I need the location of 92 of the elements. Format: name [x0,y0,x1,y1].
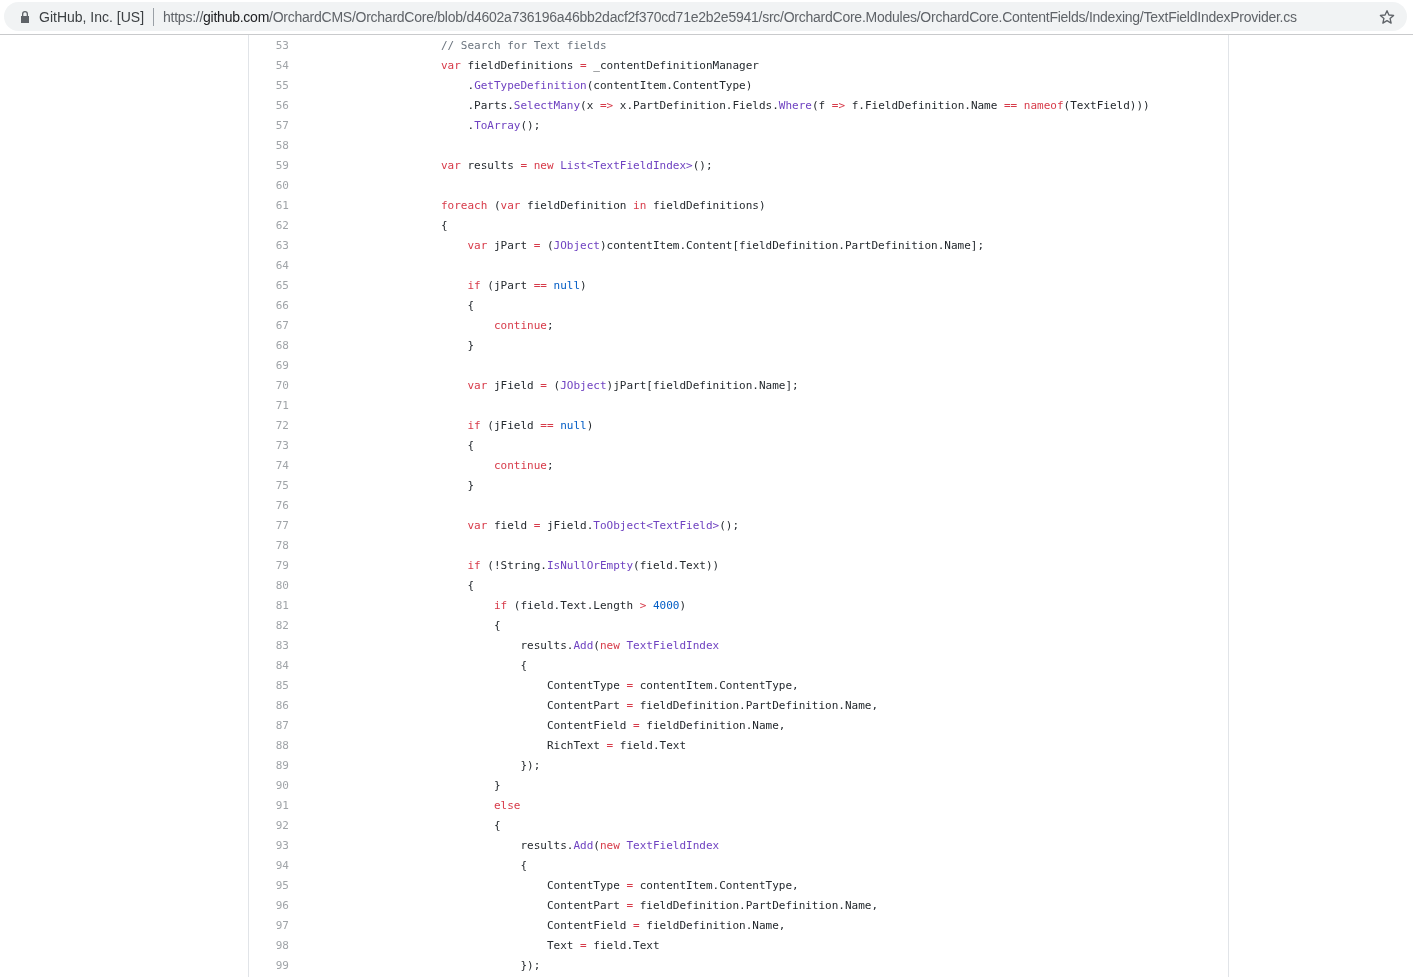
code-line: { [519,858,528,872]
code-line: var jPart = (JObject)contentItem.Content[fieldDefinition.PartDefinition.Name]; [466,238,985,252]
code-line: ContentType = contentItem.ContentType, [545,878,799,892]
code-line: ContentField = fieldDefinition.Name, [545,918,786,932]
code-line: foreach (var fieldDefinition in fieldDefinitions) [440,198,766,212]
line-number: 82 [274,618,289,632]
line-number: 83 [274,638,289,652]
code-line: results.Add(new TextFieldIndex [519,838,720,852]
line-number: 92 [274,818,289,832]
line-number: 56 [274,98,289,112]
code-line: }); [519,758,541,772]
line-number: 93 [274,838,289,852]
line-number: 64 [274,258,289,272]
line-number: 58 [274,138,289,152]
line-number: 91 [274,798,289,812]
line-number: 73 [274,438,289,452]
url-text: https://github.com/OrchardCMS/OrchardCore/blob/d4602a736196a46bb2dacf2f370cd71e2b2e5941/src/OrchardCore.Modules/OrchardCore.ContentFields/Indexing/TextFieldIndexProvider.cs [163,8,1298,25]
lock-icon [20,10,30,23]
line-number: 55 [274,78,289,92]
line-number: 61 [274,198,289,212]
line-number: 95 [274,878,289,892]
line-number: 87 [274,718,289,732]
code-line: continue; [492,458,554,472]
line-number: 53 [274,38,289,52]
code-line: continue; [492,318,554,332]
code-line: ContentPart = fieldDefinition.PartDefinition.Name, [545,698,879,712]
line-number: 79 [274,558,289,572]
code-line: { [466,578,475,592]
line-number: 72 [274,418,289,432]
line-number: 80 [274,578,289,592]
code-line: { [492,618,501,632]
code-line: if (!String.IsNullOrEmpty(field.Text)) [466,558,720,572]
code-line: var field = jField.ToObject<TextField>(); [466,518,740,532]
line-number: 67 [274,318,289,332]
line-number: 65 [274,278,289,292]
line-number: 66 [274,298,289,312]
code-line: var jField = (JObject)jPart[fieldDefinition.Name]; [466,378,799,392]
code-line: var fieldDefinitions = _contentDefinitionManager [440,58,759,72]
line-number: 96 [274,898,289,912]
line-number: 89 [274,758,289,772]
line-number: 99 [274,958,289,972]
line-number: 81 [274,598,289,612]
line-number: 74 [274,458,289,472]
line-number: 86 [274,698,289,712]
line-number: 98 [274,938,289,952]
star-icon[interactable] [1379,8,1395,25]
line-number: 77 [274,518,289,532]
line-number: 75 [274,478,289,492]
code-line: if (jPart == null) [466,278,587,292]
line-number: 63 [274,238,289,252]
code-line: ContentField = fieldDefinition.Name, [545,718,786,732]
code-line: RichText = field.Text [545,738,687,752]
code-line: { [519,658,528,672]
code-line: .ToArray(); [466,118,541,132]
code-line: .Parts.SelectMany(x => x.PartDefinition.Fields.Where(f => f.FieldDefinition.Name == nameof(TextField))) [466,98,1150,112]
line-number: 59 [274,158,289,172]
line-number: 71 [274,398,289,412]
code-line: } [466,478,475,492]
line-number: 85 [274,678,289,692]
code-line: ContentType = contentItem.ContentType, [545,678,799,692]
line-number: 94 [274,858,289,872]
code-line: }); [519,958,541,972]
code-line: { [440,218,448,232]
line-number: 88 [274,738,289,752]
code-line: { [492,818,501,832]
line-number: 62 [274,218,289,232]
code-line: var results = new List<TextFieldIndex>(); [440,158,713,172]
code-line: ContentPart = fieldDefinition.PartDefinition.Name, [545,898,879,912]
line-number: 54 [274,58,289,72]
code-line: } [466,338,475,352]
line-number: 60 [274,178,289,192]
code-line: if (field.Text.Length > 4000) [492,598,687,612]
line-number: 78 [274,538,289,552]
code-line: { [466,438,475,452]
line-number: 70 [274,378,289,392]
line-number: 57 [274,118,289,132]
line-number: 76 [274,498,289,512]
code-line: // Search for Text fields [440,38,607,52]
code-line: } [492,778,501,792]
code-line: if (jField == null) [466,418,594,432]
line-number: 69 [274,358,289,372]
line-number: 97 [274,918,289,932]
line-number: 84 [274,658,289,672]
code-line: else [492,798,521,812]
code-line: results.Add(new TextFieldIndex [519,638,720,652]
site-identity: GitHub, Inc. [US] [39,8,145,25]
line-number: 68 [274,338,289,352]
code-line: { [466,298,475,312]
code-line: .GetTypeDefinition(contentItem.ContentType) [466,78,753,92]
line-number: 90 [274,778,289,792]
address-bar[interactable]: GitHub, Inc. [US] https://github.com/OrchardCMS/OrchardCore/blob/d4602a736196a46bb2dacf2f370cd71e2b2e5941/src/OrchardCore.Modules/OrchardCore.ContentFields/Indexing/TextFieldIndexProvider.cs [4,2,1407,31]
code-line: Text = field.Text [545,938,660,952]
